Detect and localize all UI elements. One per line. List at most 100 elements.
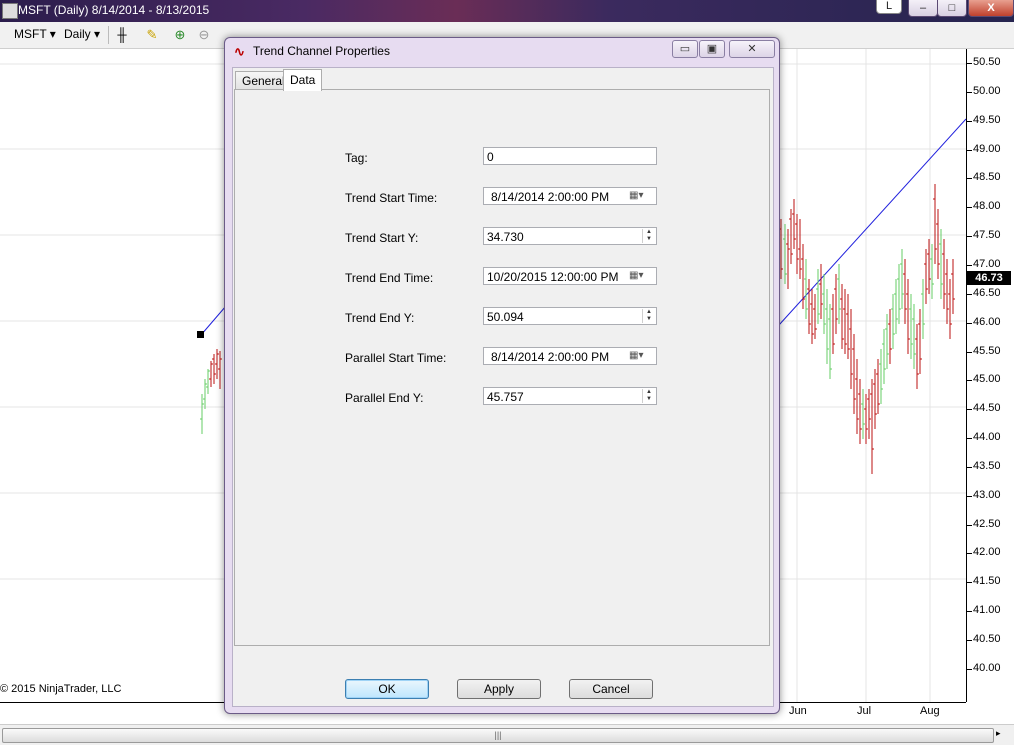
app-icon — [2, 3, 18, 19]
spin-up-icon[interactable]: ▲ — [646, 389, 652, 395]
y-tick-label: 48.00 — [973, 200, 1001, 213]
y-tick-label: 42.50 — [973, 517, 1001, 530]
y-tick — [967, 495, 972, 497]
spin-up-icon[interactable]: ▲ — [646, 309, 652, 315]
link-button[interactable]: L — [876, 0, 902, 14]
y-tick-label: 41.00 — [973, 604, 1001, 617]
parallel-end-y-stepper[interactable]: 45.757 ▲ ▼ — [483, 387, 657, 405]
dialog-close-button[interactable]: ✕ — [729, 40, 775, 58]
bar-style-icon[interactable]: ╫ — [114, 27, 130, 43]
spin-up-icon[interactable]: ▲ — [646, 229, 652, 235]
y-tick — [967, 640, 972, 641]
interval-selector[interactable]: Daily ▾ — [64, 27, 100, 41]
trend-start-time-picker[interactable]: 8/14/2014 2:00:00 PM ▦▾ — [483, 187, 657, 205]
y-tick-label: 50.50 — [973, 56, 1001, 68]
y-tick — [967, 236, 972, 238]
window-titlebar: MSFT (Daily) 8/14/2014 - 8/13/2015 L – □… — [0, 0, 1014, 22]
trend-end-y-stepper[interactable]: 50.094 ▲ ▼ — [483, 307, 657, 325]
x-label-jul: Jul — [857, 705, 872, 717]
calendar-dropdown-icon[interactable]: ▦▾ — [629, 269, 653, 283]
minimize-button[interactable]: – — [908, 0, 938, 17]
dialog-minimize-button[interactable]: ▭ — [672, 40, 698, 58]
cancel-button[interactable]: Cancel — [569, 679, 653, 699]
dialog-body: General Data Tag: 0 Trend Start Time: 8/… — [232, 67, 774, 707]
y-tick-label: 45.00 — [973, 373, 1001, 386]
trend-end-y-label: Trend End Y: — [345, 311, 415, 325]
zoom-out-icon[interactable]: ⊖ — [196, 27, 212, 43]
ok-button[interactable]: OK — [345, 679, 429, 699]
pencil-icon[interactable]: ✎ — [144, 27, 160, 43]
data-tab-panel: Tag: 0 Trend Start Time: 8/14/2014 2:00:… — [234, 89, 770, 646]
y-tick — [967, 466, 972, 468]
y-tick — [967, 293, 972, 295]
y-tick — [967, 149, 972, 151]
y-tick-label: 45.50 — [973, 344, 1001, 357]
price-axis: 50.50 50.00 49.50 49.00 48.50 48.00 47.50 47.00… — [966, 49, 1014, 702]
y-tick-label: 43.00 — [973, 488, 1001, 501]
parallel-start-time-value: 8/14/2014 2:00:00 PM — [491, 350, 610, 364]
y-tick — [967, 409, 972, 411]
toolbar-separator — [108, 26, 109, 44]
scroll-right-arrow[interactable]: ▸ — [996, 728, 1001, 739]
trend-channel-icon: ∿ — [234, 44, 245, 59]
y-tick-label: 50.00 — [973, 84, 1001, 97]
y-tick — [967, 91, 972, 93]
trend-end-time-picker[interactable]: 10/20/2015 12:00:00 PM ▦▾ — [483, 267, 657, 285]
spin-down-icon[interactable]: ▼ — [646, 396, 652, 402]
last-price-badge: 46.73 — [967, 271, 1011, 285]
y-tick — [967, 553, 972, 555]
y-tick — [967, 207, 972, 209]
interval-label: Daily — [64, 27, 91, 41]
calendar-dropdown-icon[interactable]: ▦▾ — [629, 349, 653, 363]
spin-buttons-icon[interactable]: ▲ ▼ — [642, 309, 655, 323]
y-tick-label: 47.50 — [973, 229, 1001, 242]
y-tick-label: 40.50 — [973, 633, 1001, 645]
close-button[interactable]: X — [968, 0, 1014, 17]
anchor-marker[interactable] — [197, 331, 204, 338]
x-label-jun: Jun — [789, 705, 807, 717]
parallel-start-time-picker[interactable]: 8/14/2014 2:00:00 PM ▦▾ — [483, 347, 657, 365]
spin-buttons-icon[interactable]: ▲ ▼ — [642, 229, 655, 243]
tag-label: Tag: — [345, 151, 368, 165]
trend-end-time-value: 10/20/2015 12:00:00 PM — [487, 270, 619, 284]
parallel-end-y-label: Parallel End Y: — [345, 391, 424, 405]
trend-start-y-label: Trend Start Y: — [345, 231, 419, 245]
y-tick — [967, 264, 972, 266]
y-tick — [967, 120, 972, 122]
instrument-label: MSFT — [14, 27, 47, 41]
y-tick-label: 44.00 — [973, 431, 1001, 444]
y-tick-label: 40.00 — [973, 661, 1001, 674]
scrollbar-thumb[interactable]: ||| — [2, 728, 994, 743]
y-tick — [967, 178, 972, 180]
window-title: MSFT (Daily) 8/14/2014 - 8/13/2015 — [18, 3, 210, 17]
y-tick-label: 42.00 — [973, 546, 1001, 559]
dialog-maximize-button[interactable]: ▣ — [699, 40, 725, 58]
instrument-selector[interactable]: MSFT ▾ — [14, 27, 56, 41]
maximize-button[interactable]: □ — [937, 0, 967, 17]
y-tick-label: 46.00 — [973, 315, 1001, 328]
trend-start-time-label: Trend Start Time: — [345, 191, 438, 205]
trend-start-y-stepper[interactable]: 34.730 ▲ ▼ — [483, 227, 657, 245]
parallel-start-time-label: Parallel Start Time: — [345, 351, 447, 365]
spin-down-icon[interactable]: ▼ — [646, 236, 652, 242]
tag-input[interactable]: 0 — [483, 147, 657, 165]
dialog-title: Trend Channel Properties — [253, 44, 390, 58]
tab-data[interactable]: Data — [283, 69, 323, 91]
y-tick-label: 49.50 — [973, 113, 1001, 126]
apply-button[interactable]: Apply — [457, 679, 541, 699]
spin-down-icon[interactable]: ▼ — [646, 316, 652, 322]
x-label-aug: Aug — [920, 705, 940, 717]
calendar-dropdown-icon[interactable]: ▦▾ — [629, 189, 653, 203]
horizontal-scrollbar[interactable]: ||| ▸ — [0, 724, 1014, 745]
trend-channel-properties-dialog: ∿ Trend Channel Properties ▭ ▣ ✕ General… — [224, 37, 780, 714]
tag-value: 0 — [487, 150, 494, 164]
y-tick — [967, 582, 972, 584]
trend-end-y-value: 50.094 — [487, 310, 524, 324]
chevron-down-icon: ▾ — [94, 27, 101, 41]
y-tick-label: 41.50 — [973, 575, 1001, 588]
chevron-down-icon: ▾ — [49, 27, 56, 41]
copyright-text: © 2015 NinjaTrader, LLC — [0, 683, 122, 695]
spin-buttons-icon[interactable]: ▲ ▼ — [642, 389, 655, 403]
zoom-in-icon[interactable]: ⊕ — [172, 27, 188, 43]
y-tick — [967, 322, 972, 324]
